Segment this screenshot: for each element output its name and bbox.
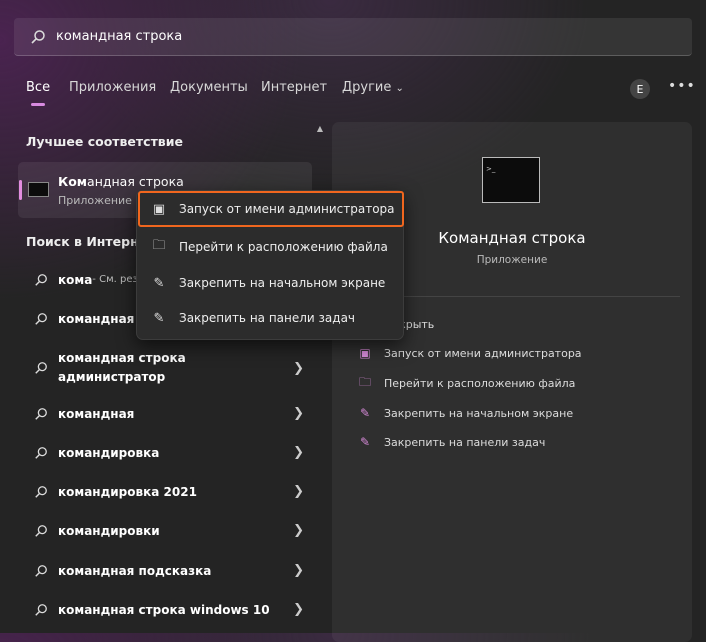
suggestion-text: командировка 2021 xyxy=(58,484,197,499)
search-icon xyxy=(31,29,45,44)
tab-apps[interactable]: Приложения xyxy=(69,80,156,95)
list-item[interactable]: командировка ❯ xyxy=(18,433,312,472)
tab-other[interactable]: Другие ⌄ xyxy=(342,80,404,95)
menu-item-label: Перейти к расположению файла xyxy=(179,240,388,254)
chevron-right-icon: ❯ xyxy=(293,484,304,499)
list-item[interactable]: командная строка администратор ❯ xyxy=(18,346,312,390)
tab-internet[interactable]: Интернет xyxy=(261,80,327,95)
chevron-down-icon: ⌄ xyxy=(395,83,404,94)
shield-window-icon: ▣ xyxy=(359,346,371,360)
best-match-title: андная строка xyxy=(87,174,184,189)
command-prompt-large-icon: >_ xyxy=(482,157,540,203)
search-icon xyxy=(35,312,47,325)
search-icon xyxy=(35,273,47,286)
tab-documents[interactable]: Документы xyxy=(170,80,248,95)
chevron-right-icon: ❯ xyxy=(293,523,304,538)
search-icon xyxy=(35,564,47,577)
suggestion-text: командировки xyxy=(58,523,160,538)
suggestion-text: кома xyxy=(58,272,93,287)
menu-item-open-file-location[interactable]: 🗀 Перейти к расположению файла xyxy=(137,230,405,264)
chevron-right-icon: ❯ xyxy=(293,445,304,460)
pin-icon: ✎ xyxy=(153,275,165,291)
selection-indicator xyxy=(19,180,22,200)
action-label: Закрепить на панели задач xyxy=(384,435,546,449)
suggestion-text: командировка xyxy=(58,445,160,460)
action-run-as-admin[interactable]: ▣ Запуск от имени администратора xyxy=(358,346,582,360)
context-menu: ▣ Запуск от имени администратора 🗀 Перейти… xyxy=(136,190,404,340)
search-input[interactable]: командная строка xyxy=(14,18,692,56)
list-item[interactable]: командная подсказка ❯ xyxy=(18,551,312,590)
best-match-heading: Лучшее соответствие xyxy=(26,134,183,149)
chevron-right-icon: ❯ xyxy=(293,563,304,578)
action-label: Закрепить на начальном экране xyxy=(384,406,574,420)
action-label: Перейти к расположению файла xyxy=(384,376,576,390)
action-open-file-location[interactable]: 🗀 Перейти к расположению файла xyxy=(358,374,576,390)
action-pin-taskbar[interactable]: ✎ Закрепить на панели задач xyxy=(358,435,545,449)
search-icon xyxy=(35,603,47,616)
list-item[interactable]: командировки ❯ xyxy=(18,511,312,550)
menu-item-pin-start[interactable]: ✎ Закрепить на начальном экране xyxy=(137,266,405,300)
search-icon xyxy=(35,362,47,374)
list-item[interactable]: командная строка windows 10 ❯ xyxy=(18,590,312,629)
menu-item-label: Закрепить на начальном экране xyxy=(179,276,386,290)
more-options-button[interactable]: ••• xyxy=(668,78,696,94)
chevron-right-icon: ❯ xyxy=(293,602,304,617)
pin-icon: ✎ xyxy=(359,435,371,449)
best-match-title-bold: Ком xyxy=(58,174,88,189)
best-match-subtitle: Приложение xyxy=(58,194,132,207)
menu-item-label: Закрепить на панели задач xyxy=(179,311,356,325)
search-icon xyxy=(35,485,47,498)
search-text: командная строка xyxy=(56,29,183,44)
search-icon xyxy=(35,446,47,459)
tab-other-label: Другие xyxy=(342,80,392,95)
folder-icon: 🗀 xyxy=(358,374,371,389)
command-prompt-icon xyxy=(28,182,49,197)
suggestion-text: командная xyxy=(58,406,135,421)
pin-icon: ✎ xyxy=(359,406,371,420)
pin-icon: ✎ xyxy=(153,310,165,326)
tab-all[interactable]: Все xyxy=(26,80,50,95)
action-label: Запуск от имени администратора xyxy=(384,346,582,360)
suggestion-text: командная подсказка xyxy=(58,563,212,578)
list-item[interactable]: командировка 2021 ❯ xyxy=(18,472,312,511)
list-item[interactable]: командная ❯ xyxy=(18,394,312,433)
search-icon xyxy=(35,407,47,420)
suggestion-text: командная строка windows 10 xyxy=(58,602,270,617)
chevron-right-icon: ❯ xyxy=(293,360,304,376)
suggestion-text: командная строка администратор xyxy=(58,351,186,384)
action-pin-start[interactable]: ✎ Закрепить на начальном экране xyxy=(358,406,573,420)
chevron-right-icon: ❯ xyxy=(293,406,304,421)
folder-icon: 🗀 xyxy=(152,238,166,253)
highlight-box xyxy=(138,191,404,227)
active-tab-indicator xyxy=(31,103,45,106)
scroll-up-arrow[interactable]: ▲ xyxy=(314,124,326,133)
avatar[interactable]: E xyxy=(630,79,650,99)
search-icon xyxy=(35,524,47,537)
menu-item-pin-taskbar[interactable]: ✎ Закрепить на панели задач xyxy=(137,301,405,335)
